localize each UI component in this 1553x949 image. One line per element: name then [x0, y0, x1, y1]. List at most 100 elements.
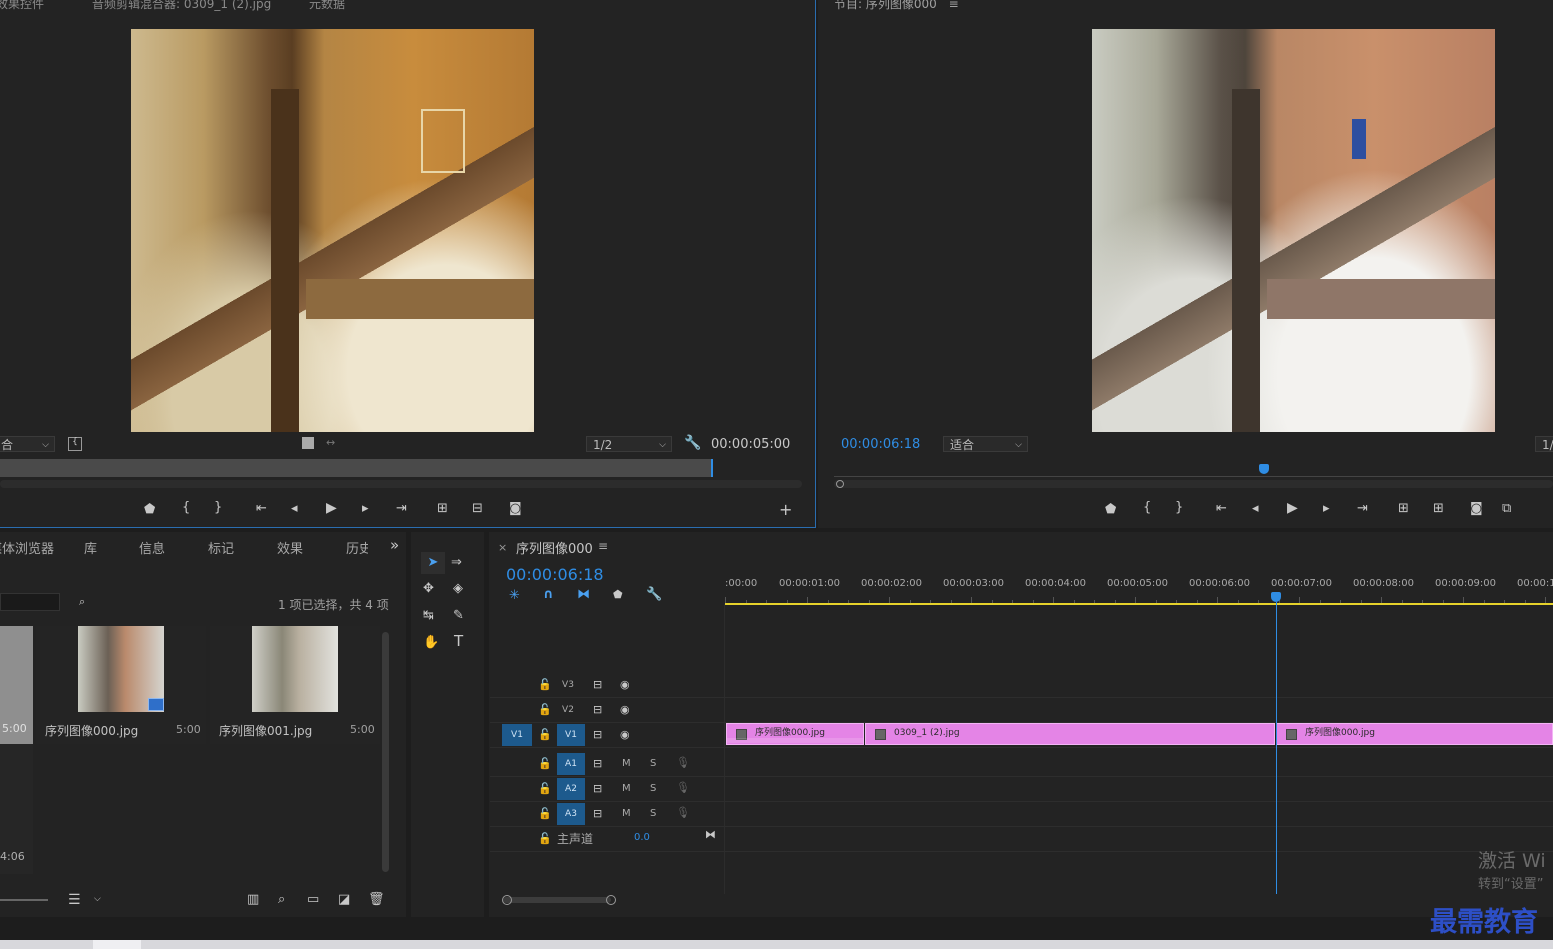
type-tool-icon[interactable]: T: [454, 634, 463, 649]
eye-icon[interactable]: ◉: [620, 729, 630, 740]
wrench-icon[interactable]: 🔧: [684, 436, 701, 450]
ripple-edit-tool-icon[interactable]: ✥: [423, 582, 434, 595]
source-playhead[interactable]: [711, 459, 713, 477]
track-target-a1[interactable]: A1: [557, 753, 585, 775]
program-step-forward-icon[interactable]: ▸: [1323, 502, 1330, 515]
program-fit-dropdown[interactable]: 适合 ⌵: [943, 436, 1028, 452]
program-zoom-scrollbar[interactable]: [834, 480, 1553, 488]
track-select-tool-icon[interactable]: ⇒: [451, 556, 462, 569]
lock-icon[interactable]: 🔓: [538, 704, 552, 715]
marker-toggle-icon[interactable]: {: [68, 437, 82, 451]
timeline-close-icon[interactable]: ×: [498, 541, 507, 554]
program-step-back-icon[interactable]: ◂: [1252, 502, 1259, 515]
sync-lock-icon[interactable]: ⊟: [593, 808, 602, 819]
timeline-menu-icon[interactable]: ≡: [598, 539, 608, 553]
sort-dropdown-icon[interactable]: ⌵: [94, 895, 101, 904]
tab-effects[interactable]: 效果: [277, 538, 303, 557]
nest-toggle-icon[interactable]: ✳: [509, 589, 520, 602]
track-target-v3[interactable]: V3: [557, 674, 579, 696]
voiceover-mic-icon[interactable]: 🎙: [676, 782, 690, 793]
solo-button[interactable]: S: [650, 783, 656, 794]
new-bin-icon[interactable]: ▭: [307, 893, 319, 906]
slip-tool-icon[interactable]: ↹: [423, 609, 434, 622]
clip[interactable]: 序列图像000.jpg: [1276, 723, 1553, 745]
overwrite-icon[interactable]: ⊟: [472, 502, 483, 515]
lock-icon[interactable]: 🔓: [538, 783, 552, 794]
razor-tool-icon[interactable]: ◈: [453, 582, 463, 595]
program-mark-out-icon[interactable]: }: [1175, 501, 1183, 514]
find-bin-icon[interactable]: ⌕: [79, 596, 85, 607]
lock-icon[interactable]: 🔓: [538, 808, 552, 819]
solo-button[interactable]: S: [650, 758, 656, 769]
tab-history[interactable]: 历史: [346, 538, 368, 557]
pen-tool-icon[interactable]: ✎: [453, 609, 464, 622]
mute-button[interactable]: M: [622, 783, 631, 794]
project-scrollbar[interactable]: [382, 632, 389, 872]
voiceover-mic-icon[interactable]: 🎙: [676, 757, 690, 768]
work-area-bar[interactable]: [725, 603, 1553, 605]
mute-button[interactable]: M: [622, 808, 631, 819]
mark-out-icon[interactable]: }: [214, 501, 222, 514]
program-ruler[interactable]: [834, 466, 1553, 477]
step-back-icon[interactable]: ◂: [291, 502, 298, 515]
more-tabs-icon[interactable]: »: [390, 538, 399, 553]
tab-libraries[interactable]: 库: [84, 538, 97, 557]
add-marker-icon[interactable]: ⬟: [144, 503, 155, 516]
program-add-marker-icon[interactable]: ⬟: [1105, 503, 1116, 516]
hand-tool-icon[interactable]: ✋: [423, 636, 439, 649]
tab-audio-clip-mixer[interactable]: 音频剪辑混合器: 0309_1 (2).jpg: [92, 0, 271, 12]
sync-lock-icon[interactable]: ⊟: [593, 758, 602, 769]
clip[interactable]: 序列图像000.jpg: [726, 723, 864, 745]
go-to-edit-icon[interactable]: ⧓: [705, 829, 716, 840]
track-target-v1[interactable]: V1: [557, 724, 585, 746]
program-scroll-handle[interactable]: [836, 480, 844, 488]
automate-to-sequence-icon[interactable]: ▥: [247, 893, 259, 906]
sync-lock-icon[interactable]: ⊟: [593, 704, 602, 715]
voiceover-mic-icon[interactable]: 🎙: [676, 807, 690, 818]
timeline-scroll-handle-left[interactable]: [502, 895, 512, 905]
eye-icon[interactable]: ◉: [620, 679, 630, 690]
program-go-to-out-icon[interactable]: ⇥: [1357, 502, 1368, 515]
tab-markers[interactable]: 标记: [208, 538, 234, 557]
lock-icon[interactable]: 🔓: [538, 679, 552, 690]
go-to-in-icon[interactable]: ⇤: [256, 502, 267, 515]
program-lift-icon[interactable]: ⊞: [1398, 502, 1409, 515]
safe-margins-icon[interactable]: [302, 437, 314, 449]
drag-video-icon[interactable]: ↔: [326, 437, 335, 448]
sync-lock-icon[interactable]: ⊟: [593, 729, 602, 740]
tab-info[interactable]: 信息: [139, 538, 165, 557]
timeline-scroll-handle-right[interactable]: [606, 895, 616, 905]
find-icon[interactable]: ⌕: [278, 893, 285, 906]
track-target-a2[interactable]: A2: [557, 778, 585, 800]
step-forward-icon[interactable]: ▸: [362, 502, 369, 515]
solo-button[interactable]: S: [650, 808, 656, 819]
program-resolution-dropdown[interactable]: 1/: [1535, 436, 1553, 452]
new-item-icon[interactable]: ◪: [338, 893, 350, 906]
tab-effect-controls[interactable]: 效果控件: [0, 0, 44, 12]
timeline-timecode[interactable]: 00:00:06:18: [506, 565, 604, 584]
program-playhead[interactable]: [1259, 464, 1269, 474]
lock-icon[interactable]: 🔓: [538, 833, 552, 844]
timeline-sequence-tab[interactable]: 序列图像000: [516, 538, 593, 557]
program-timecode[interactable]: 00:00:06:18: [841, 437, 920, 452]
timeline-settings-icon[interactable]: 🔧: [646, 588, 662, 601]
linked-selection-icon[interactable]: ⧓: [577, 588, 590, 601]
program-extract-icon[interactable]: ⊞: [1433, 502, 1444, 515]
project-search-input[interactable]: [0, 593, 60, 611]
timeline-playhead[interactable]: [1270, 592, 1281, 602]
master-volume-value[interactable]: 0.0: [634, 832, 650, 843]
camera-icon[interactable]: ◙: [509, 502, 522, 515]
track-target-v2[interactable]: V2: [557, 699, 579, 721]
program-menu-icon[interactable]: ≡: [949, 0, 959, 11]
track-target-a3[interactable]: A3: [557, 803, 585, 825]
program-play-icon[interactable]: ▶: [1287, 501, 1298, 515]
play-icon[interactable]: ▶: [326, 501, 337, 515]
tab-metadata[interactable]: 元数据: [309, 0, 345, 12]
program-camera-icon[interactable]: ◙: [1470, 502, 1483, 515]
sync-lock-icon[interactable]: ⊟: [593, 679, 602, 690]
sync-lock-icon[interactable]: ⊟: [593, 783, 602, 794]
add-button-icon[interactable]: +: [779, 502, 792, 518]
go-to-out-icon[interactable]: ⇥: [396, 502, 407, 515]
project-item[interactable]: 序列图像000.jpg 5:00: [36, 626, 206, 744]
project-item[interactable]: 序列图像001.jpg 5:00: [210, 626, 380, 744]
